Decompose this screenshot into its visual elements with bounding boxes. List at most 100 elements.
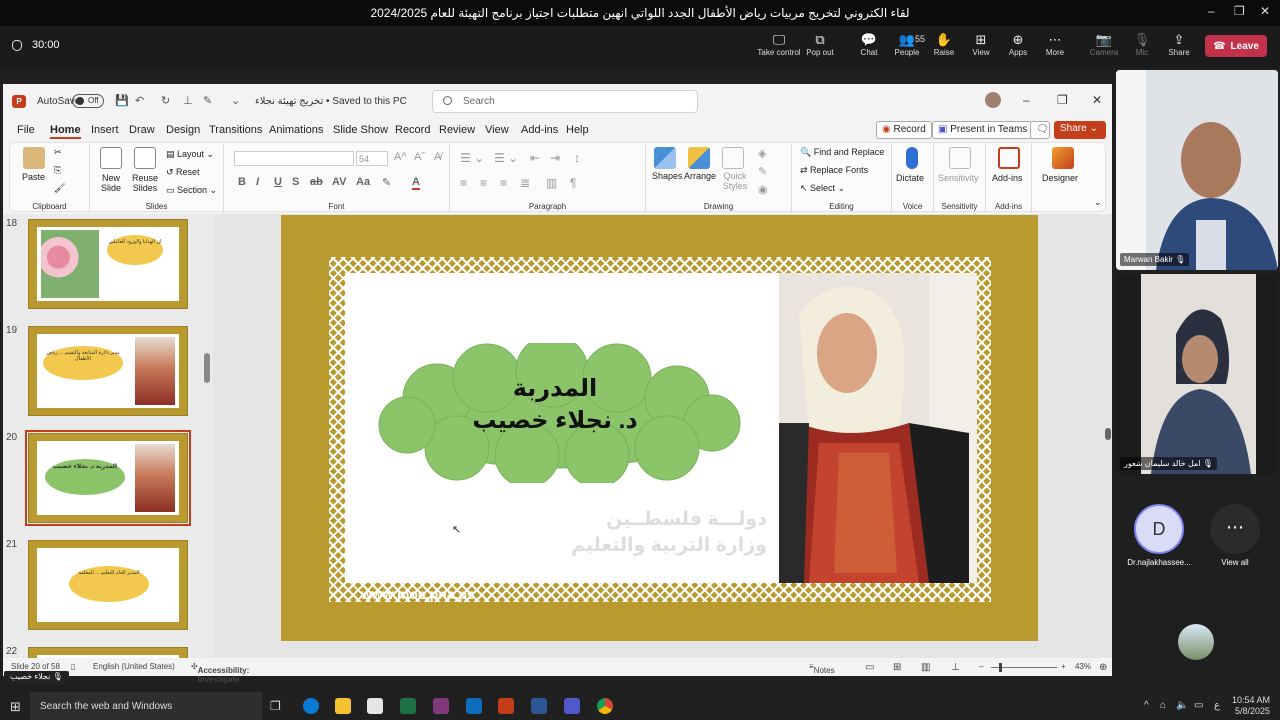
shadow-icon[interactable]: S (292, 176, 299, 188)
view-all-label[interactable]: View all (1197, 558, 1273, 567)
tab-transitions[interactable]: Transitions (209, 124, 262, 136)
shape-effects-icon[interactable]: ◉ (758, 183, 768, 196)
autosave-toggle[interactable]: Off (72, 94, 104, 108)
present-icon[interactable]: ⊥ (183, 94, 193, 107)
tab-record[interactable]: Record (395, 124, 430, 136)
font-color-icon[interactable]: A (412, 176, 420, 190)
task-view-icon[interactable]: ❐ (270, 699, 281, 713)
notes-button[interactable]: ≡ Notes (809, 662, 835, 675)
find-replace-button[interactable]: 🔍 Find and Replace (800, 147, 884, 158)
numbering-icon[interactable]: ☰ ⌄ (494, 151, 518, 165)
slideshow-icon[interactable]: ⊥ (951, 662, 960, 673)
share-button[interactable]: ⇪ Share (1157, 32, 1201, 57)
ppt-restore-icon[interactable]: ❐ (1057, 93, 1068, 107)
network-icon[interactable]: ⌂ (1160, 700, 1166, 711)
spellcheck-icon[interactable]: ▯ (71, 662, 75, 671)
reset-button[interactable]: ↺ Reset (166, 167, 200, 178)
pen-icon[interactable]: ✎ (203, 94, 212, 107)
layout-button[interactable]: ▤ Layout ⌄ (166, 149, 214, 160)
shape-fill-icon[interactable]: ◈ (758, 147, 766, 160)
file-explorer-icon[interactable] (335, 698, 351, 714)
taskbar-search[interactable]: Search the web and Windows (30, 692, 262, 720)
tab-draw[interactable]: Draw (129, 124, 155, 136)
outlook-icon[interactable] (466, 698, 482, 714)
scrollbar-thumb[interactable] (204, 353, 210, 383)
input-language[interactable]: ع (1214, 700, 1220, 711)
reuse-slides-button[interactable]: Reuse Slides (130, 173, 160, 193)
zoom-level[interactable]: 43% (1075, 662, 1091, 671)
ppt-minimize-icon[interactable]: – (1023, 93, 1030, 107)
italic-icon[interactable]: I (256, 176, 259, 188)
zoom-out-icon[interactable]: – (979, 662, 983, 671)
align-center-icon[interactable]: ≡ (480, 176, 487, 190)
accessibility-button[interactable]: ✣ Accessibility: Investigate (191, 662, 249, 684)
present-in-teams-button[interactable]: ▣ Present in Teams (932, 121, 1034, 139)
justify-icon[interactable]: ≣ (520, 176, 530, 190)
view-all-icon[interactable]: ⋯ (1210, 504, 1260, 554)
tab-review[interactable]: Review (439, 124, 475, 136)
share-button[interactable]: Share ⌄ (1054, 121, 1106, 139)
self-avatar[interactable] (1178, 624, 1214, 660)
leave-button[interactable]: ☎ Leave (1205, 35, 1267, 57)
onenote-icon[interactable] (433, 698, 449, 714)
slide-thumbnail[interactable]: مدير دائرة المتابعة والتقييم ... رياض ال… (28, 326, 188, 416)
normal-view-icon[interactable]: ▭ (865, 662, 874, 673)
zoom-slider-thumb[interactable] (999, 663, 1002, 672)
participant-video-tile[interactable]: امل خالد سليمان شعور 🎙 (1116, 274, 1278, 474)
document-name[interactable]: تخريج تهيئة نجلاء • Saved to this PC (255, 96, 407, 107)
cut-icon[interactable]: ✂ (54, 147, 62, 158)
more-button[interactable]: ⋯ More (1033, 32, 1077, 57)
addins-button[interactable]: Add-ins (992, 173, 1023, 183)
trainer-title[interactable]: المدربة د. نجلاء خصيب (425, 373, 685, 437)
close-button[interactable]: ✕ (1260, 4, 1270, 18)
increase-font-icon[interactable]: A^ (394, 151, 407, 163)
current-slide[interactable]: دولـــة فلسطــين وزارة التربية والتعليم (281, 215, 1038, 641)
clear-format-icon[interactable]: A̸ (434, 151, 441, 163)
tray-chevron-icon[interactable]: ^ (1144, 700, 1149, 711)
edge-icon[interactable] (303, 698, 319, 714)
restore-button[interactable]: ❐ (1234, 4, 1245, 18)
record-button[interactable]: ◉ Record (876, 121, 932, 139)
decrease-indent-icon[interactable]: ⇤ (530, 151, 540, 165)
language-label[interactable]: English (United States) (93, 662, 175, 671)
tab-help[interactable]: Help (566, 124, 589, 136)
text-direction-icon[interactable]: ¶ (570, 176, 576, 190)
slide-sorter-icon[interactable]: ⊞ (893, 662, 901, 673)
section-button[interactable]: ▭ Section ⌄ (166, 185, 217, 196)
collapse-ribbon-icon[interactable]: ⌄ (1094, 197, 1102, 208)
ppt-close-icon[interactable]: ✕ (1092, 93, 1102, 107)
slide-thumbnail[interactable]: المدربة د. نجلاء خصيب (25, 430, 191, 526)
store-icon[interactable] (367, 698, 383, 714)
search-input[interactable]: Search (432, 90, 698, 113)
quick-styles-button[interactable]: Quick Styles (718, 171, 752, 191)
volume-icon[interactable]: 🔈 (1176, 700, 1188, 711)
replace-fonts-button[interactable]: ⇄ Replace Fonts (800, 165, 868, 176)
powerpoint-icon[interactable] (498, 698, 514, 714)
new-slide-button[interactable]: New Slide (96, 173, 126, 193)
tab-view[interactable]: View (485, 124, 509, 136)
highlight-icon[interactable]: ✎ (382, 176, 391, 189)
underline-icon[interactable]: U (274, 176, 282, 188)
change-case-icon[interactable]: Aa (356, 176, 370, 188)
font-name-dropdown[interactable] (234, 151, 354, 166)
select-button[interactable]: ↖ Select ⌄ (800, 183, 845, 194)
columns-icon[interactable]: ▥ (546, 176, 557, 190)
shape-outline-icon[interactable]: ✎ (758, 165, 767, 178)
pop-out-button[interactable]: ⧉ Pop out (798, 32, 842, 57)
participant-avatar[interactable]: D (1134, 504, 1184, 554)
slide-thumbnail[interactable] (28, 647, 188, 658)
account-avatar[interactable] (985, 92, 1001, 108)
minimize-button[interactable]: – (1208, 4, 1215, 18)
thumbnail-scrollbar[interactable] (204, 218, 210, 658)
teams-icon[interactable] (564, 698, 580, 714)
save-icon[interactable]: 💾 (115, 94, 129, 107)
reading-view-icon[interactable]: ▥ (921, 662, 930, 673)
tab-file[interactable]: File (17, 124, 35, 136)
decrease-font-icon[interactable]: Aˇ (414, 151, 425, 163)
participant-video-tile[interactable]: Marwan Bakir 🎙 (1116, 70, 1278, 270)
spacing-icon[interactable]: AV (332, 176, 346, 188)
windows-start-icon[interactable]: ⊞ (10, 699, 21, 715)
word-icon[interactable] (531, 698, 547, 714)
tab-home[interactable]: Home (50, 124, 81, 139)
align-right-icon[interactable]: ≡ (500, 176, 507, 190)
